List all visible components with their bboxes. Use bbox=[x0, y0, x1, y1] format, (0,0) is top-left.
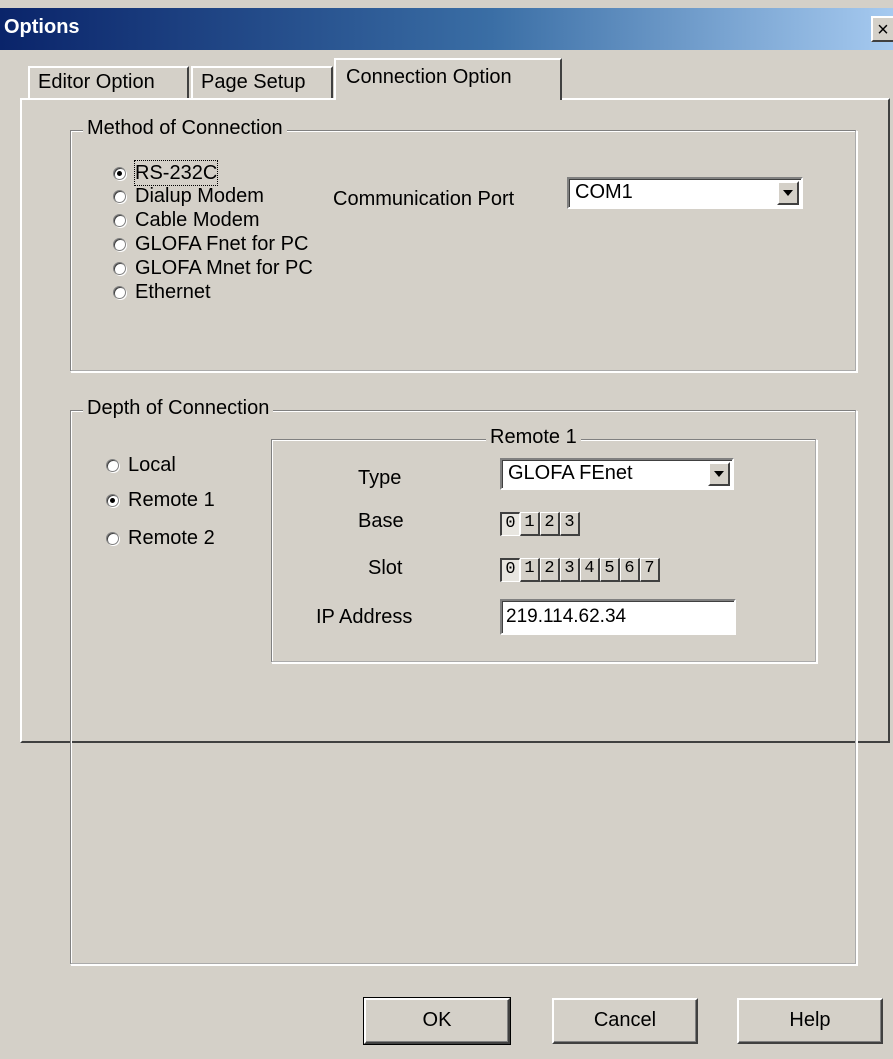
base-label: Base bbox=[358, 510, 404, 532]
radio-glofa-mnet[interactable]: GLOFA Mnet for PC bbox=[113, 256, 313, 280]
radio-label: GLOFA Fnet for PC bbox=[135, 233, 309, 255]
radio-button-icon bbox=[113, 189, 126, 203]
radio-button-icon bbox=[113, 166, 126, 180]
radio-label: Remote 1 bbox=[128, 489, 215, 511]
remote-1-group: Remote 1 Type GLOFA FEnet Base 0 1 2 3 S… bbox=[271, 426, 817, 663]
radio-label: GLOFA Mnet for PC bbox=[135, 257, 313, 279]
slot-option-6[interactable]: 6 bbox=[620, 558, 640, 582]
slot-option-1[interactable]: 1 bbox=[520, 558, 540, 582]
tab-page-setup[interactable]: Page Setup bbox=[191, 66, 333, 98]
slot-label: Slot bbox=[368, 557, 403, 579]
tab-connection-option[interactable]: Connection Option bbox=[334, 58, 562, 100]
slot-option-0[interactable]: 0 bbox=[500, 558, 520, 582]
radio-label: Local bbox=[128, 454, 176, 476]
tab-panel-connection: Method of Connection RS-232C Dialup Mode… bbox=[20, 98, 890, 965]
ok-button[interactable]: OK bbox=[363, 997, 511, 1045]
tab-editor-option[interactable]: Editor Option bbox=[28, 66, 189, 98]
radio-button-icon bbox=[106, 531, 119, 545]
base-option-0[interactable]: 0 bbox=[500, 512, 520, 536]
ip-address-label: IP Address bbox=[316, 606, 413, 628]
radio-button-icon bbox=[113, 213, 126, 227]
radio-label: Ethernet bbox=[135, 281, 211, 303]
title-bar[interactable]: Options × bbox=[0, 8, 893, 50]
base-selector: 0 1 2 3 bbox=[500, 512, 580, 536]
slot-option-7[interactable]: 7 bbox=[640, 558, 660, 582]
remote-group-legend: Remote 1 bbox=[486, 426, 581, 449]
communication-port-value: COM1 bbox=[575, 181, 633, 203]
radio-remote-1[interactable]: Remote 1 bbox=[106, 488, 215, 512]
slot-option-3[interactable]: 3 bbox=[560, 558, 580, 582]
radio-cable-modem[interactable]: Cable Modem bbox=[113, 208, 260, 232]
radio-button-icon bbox=[113, 285, 126, 299]
radio-button-icon bbox=[106, 458, 119, 472]
base-option-3[interactable]: 3 bbox=[560, 512, 580, 536]
depth-of-connection-group: Depth of Connection Local Remote 1 Remot… bbox=[70, 397, 857, 965]
radio-button-icon bbox=[113, 261, 126, 275]
slot-option-5[interactable]: 5 bbox=[600, 558, 620, 582]
base-option-2[interactable]: 2 bbox=[540, 512, 560, 536]
radio-ethernet[interactable]: Ethernet bbox=[113, 280, 211, 304]
help-button[interactable]: Help bbox=[737, 998, 883, 1044]
slot-selector: 0 1 2 3 4 5 6 7 bbox=[500, 558, 660, 582]
type-value: GLOFA FEnet bbox=[508, 462, 633, 484]
radio-button-icon bbox=[106, 493, 119, 507]
radio-label: Cable Modem bbox=[135, 209, 260, 231]
radio-label: Dialup Modem bbox=[135, 185, 264, 207]
slot-option-2[interactable]: 2 bbox=[540, 558, 560, 582]
radio-glofa-fnet[interactable]: GLOFA Fnet for PC bbox=[113, 232, 308, 256]
ip-address-input[interactable] bbox=[500, 599, 736, 635]
radio-remote-2[interactable]: Remote 2 bbox=[106, 526, 215, 550]
radio-label: Remote 2 bbox=[128, 527, 215, 549]
cancel-button[interactable]: Cancel bbox=[552, 998, 698, 1044]
slot-option-4[interactable]: 4 bbox=[580, 558, 600, 582]
type-label: Type bbox=[358, 467, 402, 489]
radio-label: RS-232C bbox=[133, 160, 219, 186]
communication-port-select[interactable]: COM1 bbox=[567, 177, 803, 209]
radio-local[interactable]: Local bbox=[106, 453, 176, 477]
base-option-1[interactable]: 1 bbox=[520, 512, 540, 536]
communication-port-label: Communication Port bbox=[333, 188, 515, 210]
method-group-legend: Method of Connection bbox=[83, 117, 287, 140]
radio-button-icon bbox=[113, 237, 126, 251]
type-select[interactable]: GLOFA FEnet bbox=[500, 458, 734, 490]
radio-dialup-modem[interactable]: Dialup Modem bbox=[113, 184, 264, 208]
method-of-connection-group: Method of Connection RS-232C Dialup Mode… bbox=[70, 117, 857, 372]
chevron-down-icon[interactable] bbox=[708, 462, 730, 486]
depth-group-legend: Depth of Connection bbox=[83, 397, 274, 420]
close-icon[interactable]: × bbox=[871, 16, 893, 42]
radio-rs232c[interactable]: RS-232C bbox=[113, 160, 219, 186]
window-title: Options bbox=[4, 16, 80, 38]
chevron-down-icon[interactable] bbox=[777, 181, 799, 205]
